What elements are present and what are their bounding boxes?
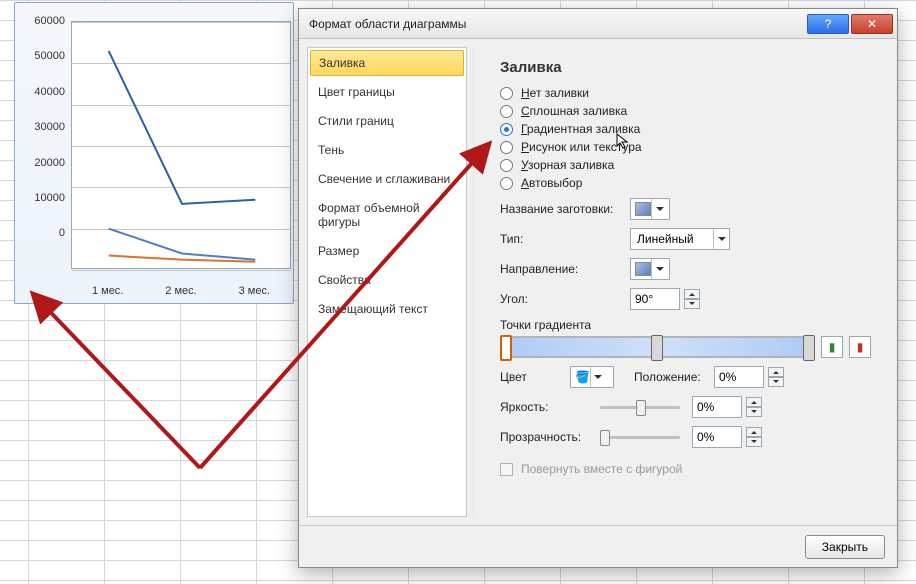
angle-label: Угол: (500, 292, 630, 306)
remove-stop-icon: ▮ (857, 340, 864, 354)
sidebar-item[interactable]: Стили границ (308, 107, 466, 136)
add-stop-icon: ▮ (829, 340, 836, 354)
gradient-stops-label: Точки градиента (500, 318, 871, 332)
brightness-spinner[interactable]: 0% (692, 396, 742, 418)
sidebar-item[interactable]: Свечение и сглаживани (308, 165, 466, 194)
chart-plot-area (71, 21, 291, 269)
sidebar-item[interactable]: Размер (308, 237, 466, 266)
add-gradient-stop-button[interactable]: ▮ (821, 336, 843, 358)
direction-combo[interactable] (630, 258, 670, 280)
format-chart-area-dialog: Формат области диаграммы ? ✕ ЗаливкаЦвет… (298, 8, 898, 568)
angle-spin-buttons[interactable] (684, 289, 700, 309)
position-label: Положение: (634, 370, 714, 384)
direction-swatch (635, 262, 651, 276)
transparency-spinner[interactable]: 0% (692, 426, 742, 448)
brightness-label: Яркость: (500, 400, 600, 414)
radio-label: Рисунок или текстура (521, 140, 642, 154)
close-window-button[interactable]: ✕ (851, 14, 893, 34)
type-label: Тип: (500, 232, 630, 246)
radio-label: Сплошная заливка (521, 104, 627, 118)
chart-x-axis-labels: 1 мес.2 мес.3 мес. (71, 285, 291, 297)
type-value: Линейный (631, 232, 713, 246)
color-label: Цвет (500, 370, 570, 384)
gradient-stop[interactable] (803, 335, 815, 361)
dialog-titlebar[interactable]: Формат области диаграммы ? ✕ (299, 9, 897, 39)
rotate-with-shape-label: Повернуть вместе с фигурой (521, 462, 682, 476)
sidebar-item[interactable]: Заливка (310, 50, 464, 76)
sidebar-item[interactable]: Замещающий текст (308, 295, 466, 324)
close-icon: ✕ (867, 17, 877, 31)
sidebar-item[interactable]: Формат объемной фигуры (308, 194, 466, 237)
color-picker[interactable]: 🪣 (570, 366, 614, 388)
dialog-title: Формат области диаграммы (309, 17, 466, 31)
radio-icon (500, 159, 513, 172)
transparency-slider[interactable] (600, 427, 680, 447)
transparency-label: Прозрачность: (500, 430, 600, 444)
gradient-stop[interactable] (500, 335, 512, 361)
transparency-spin-buttons[interactable] (746, 427, 762, 447)
rotate-with-shape-checkbox (500, 463, 513, 476)
radio-label: Нет заливки (521, 86, 589, 100)
direction-label: Направление: (500, 262, 630, 276)
gradient-stop[interactable] (651, 335, 663, 361)
radio-icon (500, 123, 513, 136)
brightness-spin-buttons[interactable] (746, 397, 762, 417)
position-spinner[interactable]: 0% (714, 366, 764, 388)
radio-icon (500, 105, 513, 118)
fill-pane: Заливка Нет заливки Сплошная заливка Гради… (473, 47, 889, 517)
sidebar-item[interactable]: Цвет границы (308, 78, 466, 107)
fill-type-radio[interactable]: Нет заливки (500, 86, 871, 100)
type-combo[interactable]: Линейный (630, 228, 730, 250)
chevron-down-icon (590, 367, 606, 387)
radio-label: Узорная заливка (521, 158, 614, 172)
remove-gradient-stop-button[interactable]: ▮ (849, 336, 871, 358)
fill-type-radio[interactable]: Градиентная заливка (500, 122, 871, 136)
sidebar-item[interactable]: Тень (308, 136, 466, 165)
angle-spinner[interactable]: 90° (630, 288, 680, 310)
preset-swatch (635, 202, 651, 216)
help-icon: ? (825, 17, 832, 31)
embedded-chart[interactable]: 6000050000400003000020000100000 1 мес.2 … (14, 2, 294, 304)
close-button[interactable]: Закрыть (805, 535, 885, 559)
dialog-footer: Закрыть (299, 525, 897, 567)
radio-icon (500, 177, 513, 190)
preset-label: Название заготовки: (500, 202, 630, 216)
chevron-down-icon (713, 229, 729, 249)
fill-type-radio[interactable]: Автовыбор (500, 176, 871, 190)
preset-combo[interactable] (630, 198, 670, 220)
chevron-down-icon (651, 199, 667, 219)
sidebar-item[interactable]: Свойства (308, 266, 466, 295)
fill-type-radio[interactable]: Сплошная заливка (500, 104, 871, 118)
help-button[interactable]: ? (807, 14, 849, 34)
dialog-side-nav: ЗаливкаЦвет границыСтили границТеньСвече… (307, 47, 467, 517)
fill-type-radio[interactable]: Узорная заливка (500, 158, 871, 172)
radio-label: Градиентная заливка (521, 122, 640, 136)
paint-bucket-icon: 🪣 (571, 370, 590, 384)
radio-label: Автовыбор (521, 176, 582, 190)
fill-type-radio[interactable]: Рисунок или текстура (500, 140, 871, 154)
pane-title: Заливка (500, 59, 871, 76)
chevron-down-icon (651, 259, 667, 279)
position-spin-buttons[interactable] (768, 367, 784, 387)
brightness-slider[interactable] (600, 397, 680, 417)
chart-y-axis-labels: 6000050000400003000020000100000 (21, 15, 65, 263)
radio-icon (500, 87, 513, 100)
gradient-stops-bar[interactable] (500, 336, 815, 358)
angle-value: 90° (631, 292, 679, 306)
radio-icon (500, 141, 513, 154)
